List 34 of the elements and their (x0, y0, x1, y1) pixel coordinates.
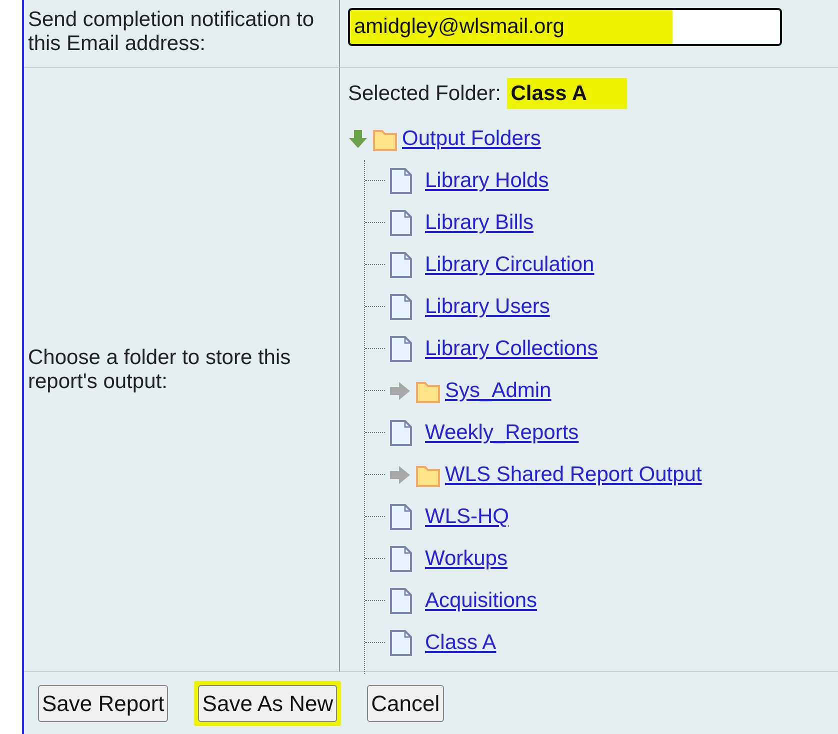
document-icon (389, 544, 413, 572)
document-icon (389, 250, 413, 278)
document-icon (389, 166, 413, 194)
folder-link[interactable]: Library Users (425, 290, 550, 322)
right-arrow-icon[interactable] (389, 380, 411, 400)
folder-link[interactable]: Class A (425, 626, 496, 658)
folder-link[interactable]: Weekly_Reports (425, 416, 579, 448)
folder-link[interactable]: Acquisitions (425, 584, 538, 616)
email-field[interactable]: amidgley@wlsmail.org (348, 8, 782, 46)
folder-link[interactable]: WLS-HQ (425, 500, 509, 532)
selected-folder-value: Class A (506, 78, 628, 109)
folder-link[interactable]: Library Holds (425, 164, 549, 196)
folder-link[interactable]: Library Circulation (425, 248, 594, 280)
folder-link[interactable]: Workups (425, 542, 508, 574)
document-icon (389, 208, 413, 236)
document-icon (389, 418, 413, 446)
document-icon (389, 628, 413, 656)
document-icon (389, 502, 413, 530)
folder-link[interactable]: Library Collections (425, 332, 598, 364)
selected-folder-label: Selected Folder: (348, 82, 502, 105)
document-icon (389, 334, 413, 362)
action-button[interactable]: Save As New (198, 684, 338, 722)
down-arrow-icon[interactable] (348, 128, 368, 148)
folder-link[interactable]: WLS Shared Report Output (445, 458, 702, 490)
field-label: Send completion notification to this Email address: (24, 0, 340, 68)
document-icon (389, 292, 413, 320)
folder-link[interactable]: Sys_Admin (445, 374, 552, 406)
right-arrow-icon[interactable] (389, 464, 411, 484)
action-button[interactable]: Cancel (367, 684, 444, 722)
document-icon (389, 586, 413, 614)
action-button[interactable]: Save Report (38, 684, 168, 722)
field-label: Choose a folder to store this report's output: (24, 68, 340, 672)
folder-link[interactable]: Library Bills (425, 206, 534, 238)
folder-link[interactable]: Output Folders (402, 122, 541, 154)
